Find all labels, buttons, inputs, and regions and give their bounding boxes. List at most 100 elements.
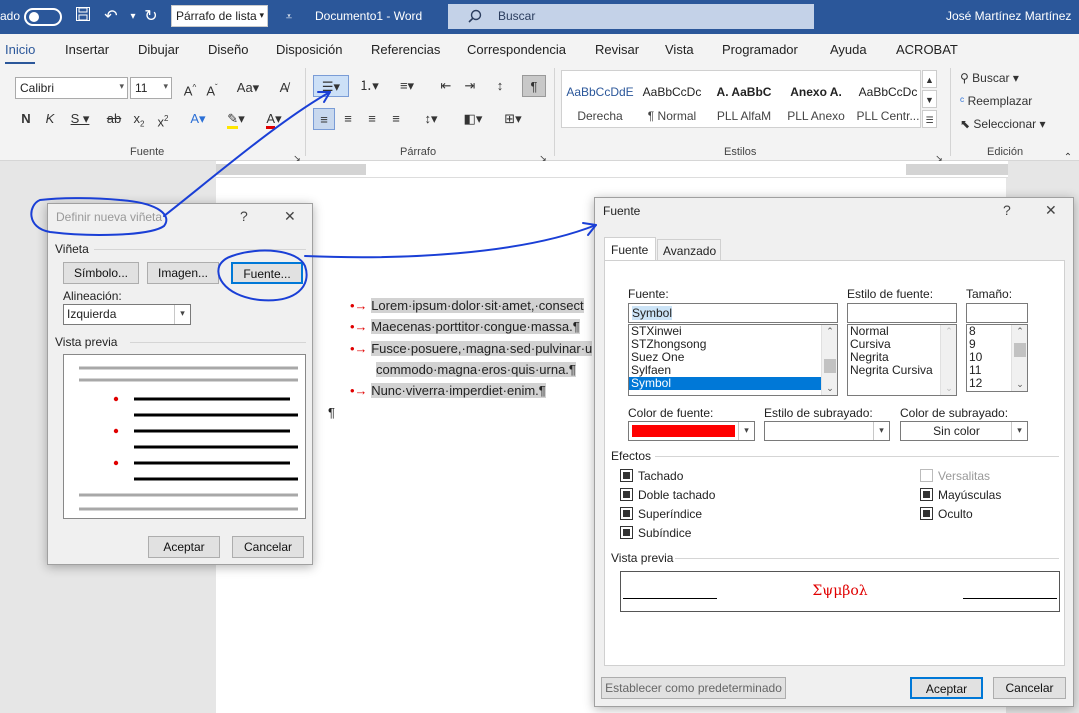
help-icon[interactable]: ? xyxy=(240,208,248,224)
align-center-icon[interactable]: ≡ xyxy=(338,108,358,130)
tab-avanzado[interactable]: Avanzado xyxy=(657,239,721,260)
subscript-icon[interactable]: x2 xyxy=(130,108,148,130)
underline-color-select[interactable]: Sin color ▾ xyxy=(900,421,1028,441)
align-left-icon[interactable]: ≡ xyxy=(313,108,335,130)
styles-scroll-down-icon[interactable]: ▼ xyxy=(922,90,937,108)
oculto-checkbox[interactable]: Oculto xyxy=(920,507,973,521)
styles-scroll-up-icon[interactable]: ▲ xyxy=(922,70,937,88)
autosave-toggle[interactable] xyxy=(24,8,62,26)
font-name-input[interactable]: Symbol xyxy=(628,303,838,323)
highlight-icon[interactable]: ✎▾ xyxy=(222,108,250,130)
font-style-input[interactable] xyxy=(847,303,957,323)
font-color-icon[interactable]: A▾ xyxy=(260,108,288,130)
search-box[interactable]: Buscar xyxy=(448,4,814,29)
superscript-icon[interactable]: x2 xyxy=(154,108,172,130)
simbolo-button[interactable]: Símbolo... xyxy=(63,262,139,284)
alineacion-select[interactable]: Izquierda ▾ xyxy=(63,304,191,325)
font-size-combo[interactable]: 11 ▾ xyxy=(130,77,172,99)
italic-icon[interactable]: K xyxy=(42,108,58,130)
superindice-checkbox[interactable]: Superíndice xyxy=(620,507,702,521)
undo-icon[interactable]: ↶ xyxy=(100,6,122,28)
fuente-button[interactable]: Fuente... xyxy=(231,262,303,284)
user-name[interactable]: José Martínez Martínez xyxy=(946,9,1071,23)
font-color-select[interactable]: ▾ xyxy=(628,421,755,441)
buscar-button[interactable]: ⚲ Buscar ▾ xyxy=(960,67,1042,89)
tab-acrobat[interactable]: ACROBAT xyxy=(896,42,958,57)
align-right-icon[interactable]: ≡ xyxy=(362,108,382,130)
tachado-checkbox[interactable]: Tachado xyxy=(620,469,683,483)
subindice-checkbox[interactable]: Subíndice xyxy=(620,526,691,540)
style-pll-anexo[interactable]: Anexo A. PLL Anexo xyxy=(780,71,852,127)
increase-indent-icon[interactable]: ⇥ xyxy=(460,75,480,97)
font-name-list[interactable]: STXinwei STZhongsong Suez One Sylfaen Sy… xyxy=(628,324,838,396)
seleccionar-button[interactable]: ⬉ Seleccionar ▾ xyxy=(960,113,1056,135)
tab-programador[interactable]: Programador xyxy=(722,42,798,57)
aceptar-button[interactable]: Aceptar xyxy=(148,536,220,558)
cancelar-button[interactable]: Cancelar xyxy=(232,536,304,558)
grow-font-icon[interactable]: A^ xyxy=(180,77,200,99)
close-icon[interactable]: ✕ xyxy=(1045,202,1057,219)
font-style-list[interactable]: Normal Cursiva Negrita Negrita Cursiva ⌃… xyxy=(847,324,957,396)
doble-tachado-checkbox[interactable]: Doble tachado xyxy=(620,488,715,502)
set-default-button[interactable]: Establecer como predeterminado xyxy=(601,677,786,699)
text-effects-icon[interactable]: A▾ xyxy=(184,108,212,130)
scrollbar[interactable]: ⌃ ⌄ xyxy=(940,325,956,395)
quick-style-combo[interactable]: Párrafo de lista ▾ xyxy=(171,5,268,27)
tab-disposicion[interactable]: Disposición xyxy=(276,42,342,57)
line-spacing-icon[interactable]: ↕▾ xyxy=(416,108,446,130)
font-name-combo[interactable]: Calibri ▾ xyxy=(15,77,128,99)
font-size-input[interactable] xyxy=(966,303,1028,323)
show-marks-icon[interactable]: ¶ xyxy=(522,75,546,97)
list-item[interactable]: •→ Fusce·posuere,·magna·sed·pulvinar·u xyxy=(350,341,593,356)
cancelar-button[interactable]: Cancelar xyxy=(993,677,1066,699)
list-item-selected[interactable]: Symbol xyxy=(629,377,837,390)
style-normal[interactable]: AaBbCcDc ¶ Normal xyxy=(636,71,708,127)
tab-correspondencia[interactable]: Correspondencia xyxy=(467,42,566,57)
tab-revisar[interactable]: Revisar xyxy=(595,42,639,57)
styles-more-icon[interactable]: ☰ xyxy=(922,110,937,128)
list-item[interactable]: •→ Lorem·ipsum·dolor·sit·amet,·consect xyxy=(350,298,584,313)
borders-icon[interactable]: ⊞▾ xyxy=(498,108,528,130)
collapse-ribbon-icon[interactable]: ⌃ xyxy=(1062,147,1074,169)
underline-icon[interactable]: S ▾ xyxy=(66,108,94,130)
mayusculas-checkbox[interactable]: Mayúsculas xyxy=(920,488,1001,502)
font-size-list[interactable]: 8 9 10 11 12 ⌃ ⌄ xyxy=(966,324,1028,392)
save-icon[interactable] xyxy=(72,6,94,28)
shading-icon[interactable]: ◧▾ xyxy=(458,108,488,130)
list-item[interactable]: •→ Maecenas·porttitor·congue·massa.¶ xyxy=(350,319,580,334)
help-icon[interactable]: ? xyxy=(1003,202,1011,218)
tab-fuente[interactable]: Fuente xyxy=(604,237,656,261)
multilevel-list-icon[interactable]: ≡▾ xyxy=(392,75,422,97)
list-item[interactable]: •→ Nunc·viverra·imperdiet·enim.¶ xyxy=(350,383,546,398)
tab-ayuda[interactable]: Ayuda xyxy=(830,42,867,57)
bullets-button[interactable]: ☰▾ xyxy=(313,75,349,97)
tab-referencias[interactable]: Referencias xyxy=(371,42,440,57)
tab-dibujar[interactable]: Dibujar xyxy=(138,42,179,57)
style-pll-alfam[interactable]: A. AaBbC PLL AlfaM xyxy=(708,71,780,127)
customize-toolbar-icon[interactable]: ⩡ xyxy=(278,6,300,28)
redo-icon[interactable]: ↻ xyxy=(140,6,162,28)
aceptar-button[interactable]: Aceptar xyxy=(910,677,983,699)
tab-diseno[interactable]: Diseño xyxy=(208,42,248,57)
shrink-font-icon[interactable]: Aˇ xyxy=(202,77,222,99)
clear-format-icon[interactable]: A̸ xyxy=(274,77,294,99)
strikethrough-icon[interactable]: ab xyxy=(104,108,124,130)
reemplazar-button[interactable]: ᶜ Reemplazar xyxy=(960,90,1050,112)
style-derecha[interactable]: AaBbCcDdE Derecha xyxy=(564,71,636,127)
style-pll-centr[interactable]: AaBbCcDc PLL Centr... xyxy=(852,71,924,127)
tab-insertar[interactable]: Insertar xyxy=(65,42,109,57)
decrease-indent-icon[interactable]: ⇤ xyxy=(436,75,456,97)
scrollbar[interactable]: ⌃ ⌄ xyxy=(821,325,837,395)
numbering-icon[interactable]: ⒈▾ xyxy=(354,75,384,97)
tab-vista[interactable]: Vista xyxy=(665,42,694,57)
imagen-button[interactable]: Imagen... xyxy=(147,262,219,284)
justify-icon[interactable]: ≡ xyxy=(386,108,406,130)
sort-icon[interactable]: ↕ xyxy=(490,75,510,97)
bold-icon[interactable]: N xyxy=(18,108,34,130)
tab-inicio[interactable]: Inicio xyxy=(5,42,36,65)
scrollbar[interactable]: ⌃ ⌄ xyxy=(1011,325,1027,391)
change-case-icon[interactable]: Aa▾ xyxy=(232,77,264,99)
list-item-continuation[interactable]: commodo·magna·eros·quis·urna.¶ xyxy=(376,362,576,377)
horizontal-ruler[interactable] xyxy=(216,161,1008,178)
close-icon[interactable]: ✕ xyxy=(284,208,296,225)
